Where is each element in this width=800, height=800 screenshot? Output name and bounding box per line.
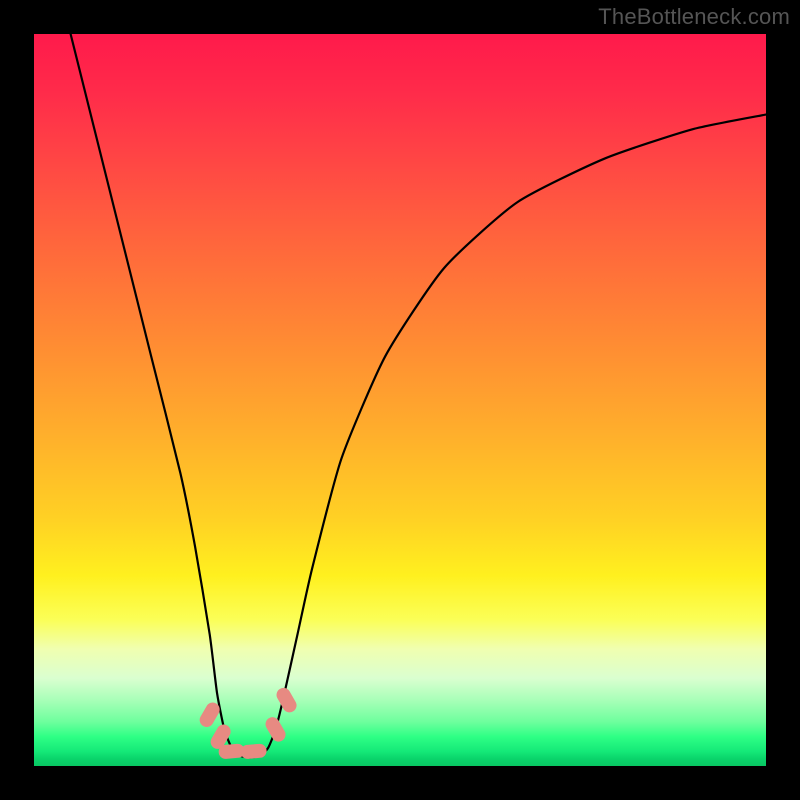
curve-marker — [263, 715, 288, 745]
curve-marker — [240, 743, 267, 759]
chart-frame: TheBottleneck.com — [0, 0, 800, 800]
plot-area — [34, 34, 766, 766]
curve-marker — [274, 685, 299, 715]
marker-group — [197, 685, 299, 759]
chart-svg — [34, 34, 766, 766]
watermark-text: TheBottleneck.com — [598, 4, 790, 30]
bottleneck-curve — [71, 34, 766, 757]
